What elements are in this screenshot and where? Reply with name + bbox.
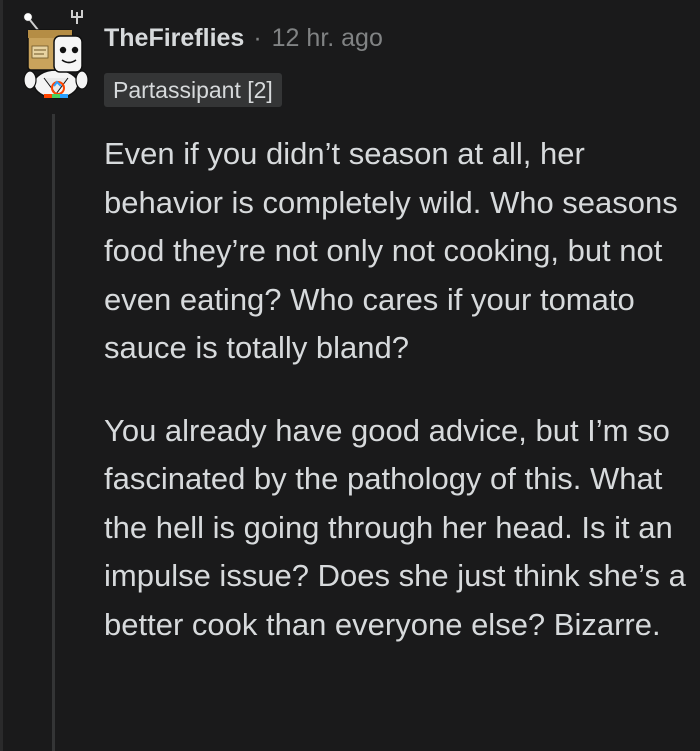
comment-paragraph-1: Even if you didn’t season at all, her be… (104, 136, 678, 365)
thread-collapse-line[interactable] (52, 114, 55, 751)
left-edge-divider (0, 0, 3, 751)
comment: TheFireflies · 12 hr. ago Partassipant [… (0, 0, 700, 751)
snoo-box-head-avatar-icon (22, 10, 89, 99)
meta-separator: · (253, 24, 262, 52)
username-link[interactable]: TheFireflies (104, 24, 244, 53)
timestamp[interactable]: 12 hr. ago (272, 24, 383, 53)
avatar[interactable] (14, 8, 94, 102)
comment-paragraph-2: You already have good advice, but I’m so… (104, 412, 686, 642)
comment-body: Even if you didn’t season at all, her be… (104, 130, 694, 683)
user-flair: Partassipant [2] (104, 73, 282, 107)
comment-meta: TheFireflies · 12 hr. ago (104, 24, 383, 53)
